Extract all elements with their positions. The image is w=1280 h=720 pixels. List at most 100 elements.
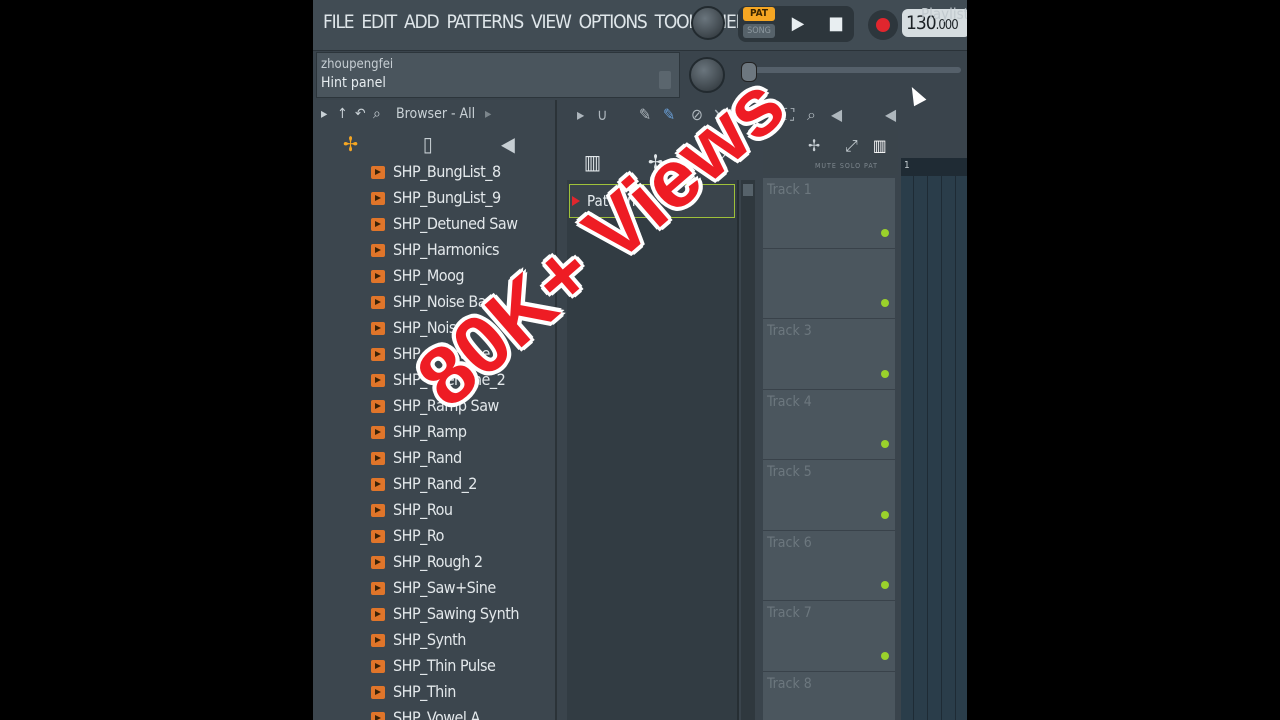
track-row[interactable]: Track 4: [763, 389, 895, 460]
preset-icon: [371, 322, 385, 335]
browser-toolbar: ✢ ▯ ◀: [313, 130, 555, 160]
track-led-icon[interactable]: [881, 581, 889, 589]
browser-item-label: SHP_BungList_9: [393, 188, 501, 207]
track-led-icon[interactable]: [881, 299, 889, 307]
browser-item-label: SHP_Saw+Sine: [393, 578, 496, 597]
browser-item[interactable]: SHP_Rou: [313, 498, 555, 524]
menu-edit[interactable]: EDIT: [357, 10, 400, 34]
pat-mode[interactable]: PAT: [743, 7, 775, 21]
track-row[interactable]: Track 8: [763, 671, 895, 720]
browser-item[interactable]: SHP_Thin Pulse: [313, 654, 555, 680]
browser-item-label: SHP_Rand: [393, 448, 462, 467]
picker-scrollbar[interactable]: [741, 180, 755, 720]
browser-item[interactable]: SHP_Ramp Saw: [313, 394, 555, 420]
hint-panel: zhoupengfei Hint panel: [316, 52, 680, 98]
browser-item[interactable]: SHP_Vowel A: [313, 706, 555, 720]
master-volume-knob[interactable]: [691, 6, 725, 40]
grid-line: [941, 176, 942, 720]
browser-next-arrow-icon[interactable]: ▸: [485, 106, 491, 122]
browser-item[interactable]: SHP_Synth: [313, 628, 555, 654]
menu-options[interactable]: OPTIONS: [575, 10, 651, 34]
browser-panel: ▸ ↑ ↶ ⌕ Browser - All ▸ ✢ ▯ ◀ SHP_BungLi…: [313, 100, 557, 720]
track-row[interactable]: Track 1: [763, 178, 895, 249]
preset-icon: [371, 166, 385, 179]
browser-item[interactable]: SHP_Rand: [313, 446, 555, 472]
pat-song-toggle[interactable]: PAT SONG: [743, 7, 775, 39]
track-label: Track 3: [767, 323, 812, 339]
track-led-icon[interactable]: [881, 369, 889, 378]
add-track-icon[interactable]: ✢: [808, 136, 820, 155]
browser-item[interactable]: SHP_Rand_2: [313, 472, 555, 498]
browser-item-label: SHP_Ramp: [393, 422, 467, 441]
track-row[interactable]: Track 3: [763, 319, 895, 390]
browser-item[interactable]: SHP_Ro: [313, 524, 555, 550]
resize-icon[interactable]: ⤢: [845, 136, 858, 156]
master-slider-track[interactable]: [741, 67, 961, 73]
browser-item[interactable]: SHP_Saw+Sine: [313, 576, 555, 602]
track-led-icon[interactable]: [881, 228, 889, 237]
play-button[interactable]: ▶: [783, 9, 813, 39]
up-arrow-icon[interactable]: ↑: [337, 106, 348, 122]
browser-item[interactable]: SHP_Ramp: [313, 420, 555, 446]
menu-add[interactable]: ADD: [400, 10, 442, 34]
browser-item-list: SHP_BungList_8 SHP_BungList_9 SHP_Detuned …: [313, 160, 555, 720]
track-list: Track 1 Track 3 Track 4 Track 5 Track 6 Track…: [763, 178, 895, 720]
track-row[interactable]: Track 7: [763, 601, 895, 672]
browser-item-label: SHP_Sawing Synth: [393, 604, 519, 623]
track-led-icon[interactable]: [881, 651, 889, 660]
track-led-icon[interactable]: [881, 510, 889, 519]
preset-icon: [371, 400, 385, 413]
undo-icon[interactable]: ↶: [355, 106, 366, 122]
speaker-icon[interactable]: ◀: [501, 132, 515, 156]
track-label: Track 8: [767, 675, 812, 692]
file-icon[interactable]: ▯: [423, 132, 433, 156]
preset-icon: [371, 504, 385, 517]
browser-item-label: SHP_Rough 2: [393, 552, 483, 571]
song-mode[interactable]: SONG: [743, 24, 775, 38]
pencil-icon[interactable]: ✎: [639, 105, 651, 124]
all-items-icon[interactable]: ✢: [343, 132, 358, 156]
browser-header: ▸ ↑ ↶ ⌕ Browser - All ▸: [313, 100, 555, 128]
menu-view[interactable]: VIEW: [527, 10, 575, 34]
browser-item[interactable]: SHP_BungList_9: [313, 186, 555, 212]
track-row[interactable]: Track 6: [763, 530, 895, 601]
menu-arrow-icon[interactable]: ▸: [577, 105, 584, 124]
preset-icon: [371, 712, 385, 720]
playback-icon[interactable]: ◀: [831, 105, 842, 124]
preset-icon: [371, 452, 385, 465]
browser-item-label: SHP_Harmonics: [393, 240, 500, 259]
track-row[interactable]: Track 5: [763, 460, 895, 531]
stop-button[interactable]: ■: [821, 9, 851, 39]
menu-patterns[interactable]: PATTERNS: [442, 10, 527, 34]
track-label: Track 1: [767, 182, 812, 198]
browser-item[interactable]: SHP_Thin: [313, 680, 555, 706]
piano-icon[interactable]: ▥: [584, 150, 601, 174]
playlist-grid[interactable]: [901, 158, 967, 720]
hint-user: zhoupengfei: [321, 57, 394, 72]
expand-arrow-icon[interactable]: ▸: [321, 106, 327, 122]
playlist-arrow-icon[interactable]: ◀: [885, 105, 896, 124]
preset-icon: [371, 296, 385, 309]
preset-icon: [371, 608, 385, 621]
piano-roll-icon[interactable]: ▥: [873, 136, 887, 155]
browser-item[interactable]: SHP_Sawing Synth: [313, 602, 555, 628]
browser-item-label: SHP_BungList_8: [393, 162, 501, 181]
picker-scroll-thumb[interactable]: [743, 184, 753, 196]
timeline-ruler[interactable]: 1: [901, 158, 967, 176]
browser-item[interactable]: SHP_Rough 2: [313, 550, 555, 576]
zoom-icon[interactable]: ⌕: [807, 105, 816, 125]
track-led-icon[interactable]: [881, 440, 889, 448]
preset-icon: [371, 374, 385, 387]
magnet-icon[interactable]: ∪: [597, 105, 608, 124]
browser-item-label: SHP_Rou: [393, 500, 453, 519]
lock-icon: [659, 71, 671, 89]
browser-item[interactable]: SHP_Detuned Saw: [313, 212, 555, 238]
track-row[interactable]: [763, 248, 895, 319]
grid-line: [913, 176, 914, 720]
track-label: Track 5: [767, 464, 812, 480]
record-button[interactable]: [868, 10, 898, 40]
browser-title: Browser - All: [396, 106, 476, 122]
browser-item[interactable]: SHP_BungList_8: [313, 160, 555, 186]
menu-file[interactable]: FILE: [319, 10, 357, 34]
search-icon[interactable]: ⌕: [373, 106, 381, 122]
